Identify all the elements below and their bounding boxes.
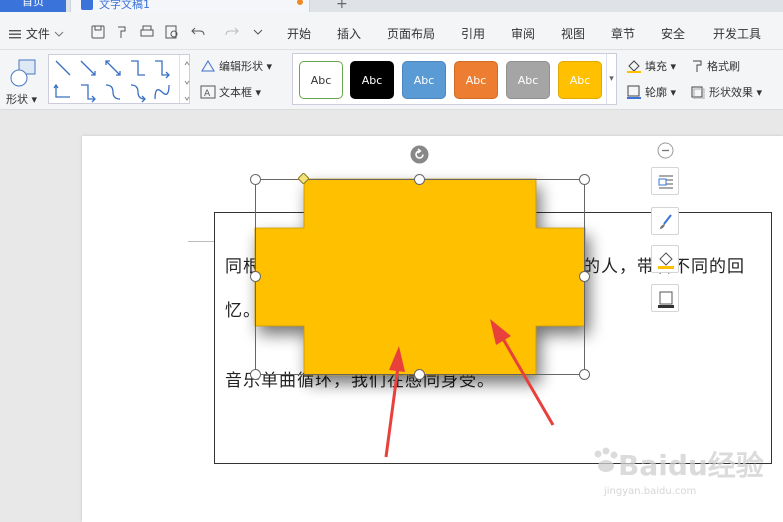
outline-button[interactable]: 轮廓 ▾	[626, 84, 676, 100]
text-box-label: 文本框	[219, 86, 252, 99]
shape-icon	[10, 59, 36, 87]
rotate-icon[interactable]	[410, 145, 429, 164]
shape-effects-label: 形状效果	[709, 86, 753, 99]
edit-shape-label: 编辑形状	[219, 60, 263, 73]
print-preview-icon[interactable]	[164, 24, 180, 40]
menu-page-layout[interactable]: 页面布局	[387, 25, 435, 42]
resize-handle-top[interactable]	[414, 174, 425, 185]
tab-document[interactable]: 文字文稿1	[70, 0, 310, 12]
edit-shape-icon	[201, 60, 215, 72]
ribbon: 形状 ▾ 编辑形状 ▾ A 文本框 ▾ Abc Abc Abc Abc Abc …	[0, 50, 783, 110]
gallery-scrollbar[interactable]	[179, 55, 190, 103]
margin-marker	[188, 241, 216, 242]
style-preset-2[interactable]: Abc	[350, 61, 394, 99]
document-icon	[81, 0, 93, 10]
selection-frame	[255, 179, 585, 375]
menu-review[interactable]: 审阅	[511, 25, 535, 42]
menu-security[interactable]: 安全	[661, 25, 685, 42]
redo-icon[interactable]	[224, 24, 240, 40]
shape-label: 形状 ▾	[6, 93, 38, 106]
outline-icon	[627, 85, 641, 99]
collapse-icon[interactable]	[657, 142, 674, 159]
fill-bucket-icon	[658, 252, 674, 269]
text-wrap-button[interactable]	[651, 167, 679, 195]
print-icon[interactable]	[139, 24, 155, 40]
tab-strip: 首页 文字文稿1 +	[0, 0, 783, 12]
menu-developer-tools[interactable]: 开发工具	[713, 25, 761, 42]
outline-icon	[658, 291, 674, 308]
shape-fill-button[interactable]	[651, 245, 679, 273]
menu-section[interactable]: 章节	[611, 25, 635, 42]
brush-icon	[693, 60, 702, 72]
resize-handle-bottom[interactable]	[414, 369, 425, 380]
edit-shape-button[interactable]: 编辑形状 ▾	[200, 58, 272, 74]
adjust-handle[interactable]	[298, 173, 309, 184]
undo-icon[interactable]	[190, 24, 206, 40]
watermark-url: jingyan.baidu.com	[604, 486, 697, 497]
text-wrap-icon	[658, 175, 673, 189]
more-icon[interactable]	[250, 24, 266, 40]
connector-gallery[interactable]	[48, 54, 190, 104]
shape-style-button[interactable]	[651, 207, 679, 235]
fill-label: 填充	[645, 60, 667, 73]
file-menu-label: 文件	[25, 27, 50, 41]
style-gallery-more[interactable]: ▾	[606, 54, 616, 104]
svg-text:A: A	[204, 89, 211, 99]
menu-view[interactable]: 视图	[561, 25, 585, 42]
tab-home[interactable]: 首页	[0, 0, 66, 12]
shape-effects-button[interactable]: 形状效果 ▾	[690, 84, 762, 100]
outline-label: 轮廓	[645, 86, 667, 99]
shape-effects-icon	[691, 86, 705, 100]
menu-start[interactable]: 开始	[287, 25, 311, 42]
save-icon[interactable]	[90, 24, 106, 40]
resize-handle-left[interactable]	[250, 271, 261, 282]
chevron-down-icon	[54, 31, 64, 37]
style-preset-3[interactable]: Abc	[402, 61, 446, 99]
new-tab-button[interactable]: +	[336, 0, 348, 12]
file-menu[interactable]: 文件	[8, 25, 64, 42]
shape-button[interactable]: 形状 ▾	[6, 56, 42, 106]
connector-shapes-icon	[53, 60, 170, 103]
tab-document-title: 文字文稿1	[99, 0, 150, 11]
menu-references[interactable]: 引用	[461, 25, 485, 42]
menu-bar: 文件 开始 插入 页面布局 引用 审阅 视图 章节 安全 开发工具	[0, 12, 783, 50]
style-preset-6[interactable]: Abc	[558, 61, 602, 99]
resize-handle-bottom-right[interactable]	[579, 369, 590, 380]
scroll-arrows-icon	[184, 61, 190, 101]
resize-handle-right[interactable]	[579, 271, 590, 282]
text-box-icon: A	[200, 85, 216, 99]
shape-outline-button[interactable]	[651, 284, 679, 312]
fill-bucket-icon	[627, 60, 641, 73]
hamburger-icon	[9, 30, 21, 39]
resize-handle-bottom-left[interactable]	[250, 369, 261, 380]
baidu-watermark: Baidu经验 jingyan.baidu.com	[590, 438, 764, 508]
style-preset-1[interactable]: Abc	[299, 61, 343, 99]
resize-handle-top-right[interactable]	[579, 174, 590, 185]
menu-insert[interactable]: 插入	[337, 25, 361, 42]
paw-logo-icon	[594, 447, 618, 472]
shape-style-gallery: Abc Abc Abc Abc Abc Abc ▾	[292, 53, 617, 105]
watermark-brand: Baidu经验	[618, 449, 764, 482]
format-painter-icon[interactable]	[114, 24, 130, 40]
style-preset-4[interactable]: Abc	[454, 61, 498, 99]
brush-icon	[660, 214, 672, 229]
text-box-button[interactable]: A 文本框 ▾	[200, 84, 261, 100]
style-preset-5[interactable]: Abc	[506, 61, 550, 99]
fill-button[interactable]: 填充 ▾	[626, 58, 676, 74]
format-painter-label: 格式刷	[707, 60, 740, 73]
unsaved-dot-icon	[297, 0, 303, 5]
format-painter-button[interactable]: 格式刷	[690, 58, 740, 74]
resize-handle-top-left[interactable]	[250, 174, 261, 185]
